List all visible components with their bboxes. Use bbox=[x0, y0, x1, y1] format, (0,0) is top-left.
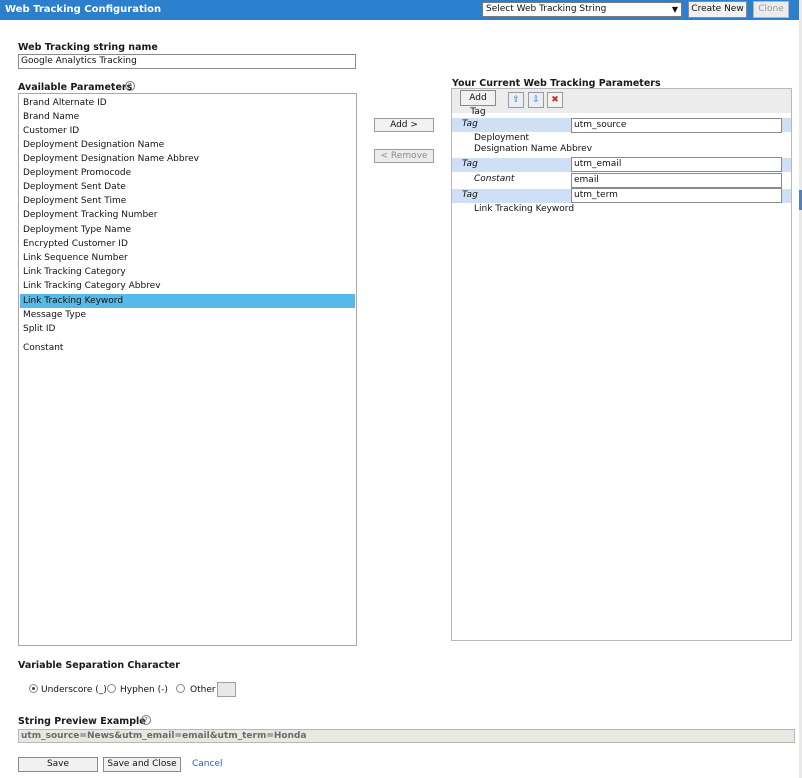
chevron-down-icon: ▼ bbox=[671, 5, 678, 14]
list-item[interactable]: Split ID bbox=[20, 322, 355, 336]
list-item[interactable]: Deployment Designation Name Abbrev bbox=[20, 152, 355, 166]
other-character-input[interactable] bbox=[217, 682, 236, 697]
save-and-close-button[interactable]: Save and Close bbox=[103, 757, 181, 772]
hyphen-radio[interactable] bbox=[107, 684, 116, 693]
list-item[interactable]: Deployment Sent Time bbox=[20, 194, 355, 208]
constant-label: Constant bbox=[474, 174, 515, 184]
list-item[interactable]: Constant bbox=[20, 341, 355, 355]
preview-label: String Preview Example bbox=[18, 716, 146, 727]
list-item[interactable]: Customer ID bbox=[20, 124, 355, 138]
list-item[interactable]: Deployment Sent Date bbox=[20, 180, 355, 194]
parameter-name: Link Tracking Keyword bbox=[474, 204, 575, 214]
list-item[interactable]: Deployment Promocode bbox=[20, 166, 355, 180]
page-title: Web Tracking Configuration bbox=[5, 4, 162, 15]
list-item[interactable]: Link Tracking Category bbox=[20, 265, 355, 279]
list-item[interactable]: Brand Alternate ID bbox=[20, 96, 355, 110]
separation-label: Variable Separation Character bbox=[18, 660, 180, 671]
move-up-icon[interactable]: ⇧ bbox=[508, 92, 524, 108]
tag-label: Tag bbox=[462, 190, 478, 200]
save-button[interactable]: Save bbox=[18, 757, 98, 772]
list-item[interactable]: Deployment Designation Name bbox=[20, 138, 355, 152]
underscore-radio-label: Underscore (_) bbox=[41, 685, 107, 695]
clone-button[interactable]: Clone bbox=[753, 1, 789, 18]
help-icon[interactable]: ? bbox=[125, 81, 135, 91]
other-radio-label: Other bbox=[190, 685, 216, 695]
create-new-button[interactable]: Create New bbox=[688, 1, 747, 18]
available-parameters-list[interactable]: Brand Alternate ID Brand Name Customer I… bbox=[18, 93, 357, 646]
help-icon[interactable]: ? bbox=[141, 715, 151, 725]
constant-input[interactable]: email bbox=[571, 173, 782, 188]
tag-input[interactable]: utm_source bbox=[571, 118, 782, 133]
list-item[interactable]: Link Sequence Number bbox=[20, 251, 355, 265]
web-tracking-string-select[interactable]: Select Web Tracking String ▼ bbox=[482, 2, 682, 17]
list-item[interactable]: Deployment Type Name bbox=[20, 223, 355, 237]
hyphen-radio-label: Hyphen (-) bbox=[120, 685, 168, 695]
title-bar: Web Tracking Configuration Select Web Tr… bbox=[0, 0, 802, 20]
list-item[interactable]: Brand Name bbox=[20, 110, 355, 124]
move-down-icon[interactable]: ⇩ bbox=[528, 92, 544, 108]
add-button[interactable]: Add > bbox=[374, 118, 434, 132]
add-tag-button[interactable]: Add Tag bbox=[460, 90, 496, 117]
available-parameters-label: Available Parameters bbox=[18, 82, 133, 93]
tag-input[interactable]: utm_email bbox=[571, 157, 782, 172]
string-name-label: Web Tracking string name bbox=[18, 42, 158, 53]
list-item[interactable]: Deployment Tracking Number bbox=[20, 208, 355, 222]
remove-button[interactable]: < Remove bbox=[374, 149, 434, 163]
list-item[interactable]: Message Type bbox=[20, 308, 355, 322]
string-preview-field: utm_source=News&utm_email=email&utm_term… bbox=[18, 729, 795, 743]
list-item[interactable]: Link Tracking Category Abbrev bbox=[20, 279, 355, 293]
tag-label: Tag bbox=[462, 159, 478, 169]
current-parameters-toolbar: Add Tag ⇧ ⇩ ✖ bbox=[452, 89, 791, 117]
string-name-input[interactable]: Google Analytics Tracking bbox=[18, 54, 356, 69]
current-parameters-panel: Add Tag ⇧ ⇩ ✖ Tag utm_source Deployment … bbox=[451, 88, 792, 641]
tag-input[interactable]: utm_term bbox=[571, 188, 782, 203]
web-tracking-string-select-value: Select Web Tracking String bbox=[486, 4, 607, 14]
delete-icon[interactable]: ✖ bbox=[547, 92, 563, 108]
tag-label: Tag bbox=[462, 119, 478, 129]
list-item[interactable]: Encrypted Customer ID bbox=[20, 237, 355, 251]
list-item-selected[interactable]: Link Tracking Keyword bbox=[20, 294, 355, 308]
underscore-radio[interactable] bbox=[29, 684, 38, 693]
parameter-name: Designation Name Abbrev bbox=[474, 144, 593, 154]
parameter-name: Deployment bbox=[474, 133, 530, 143]
other-radio[interactable] bbox=[176, 684, 185, 693]
cancel-link[interactable]: Cancel bbox=[192, 759, 223, 769]
